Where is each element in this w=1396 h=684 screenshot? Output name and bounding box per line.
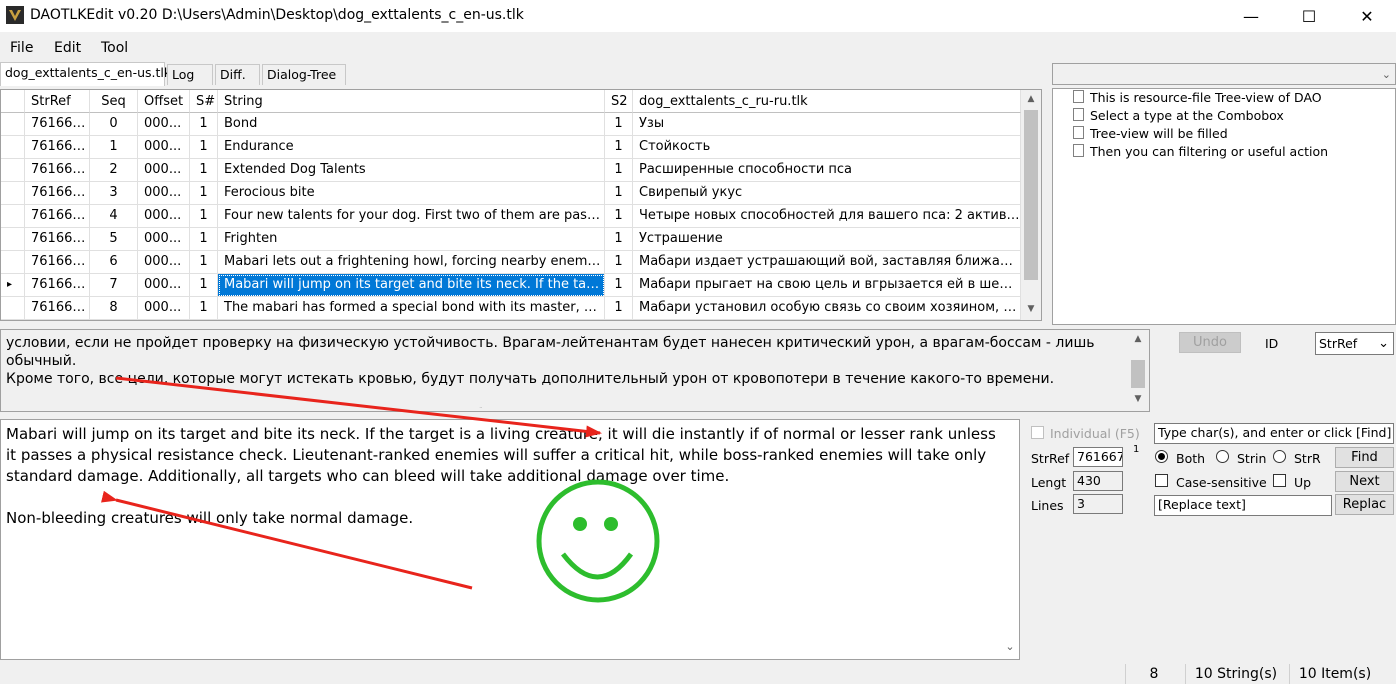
annotation-overlay bbox=[100, 376, 660, 603]
arrow-to-translation bbox=[115, 376, 602, 438]
arrow-to-edit bbox=[100, 490, 473, 590]
smiley-icon bbox=[536, 479, 660, 603]
